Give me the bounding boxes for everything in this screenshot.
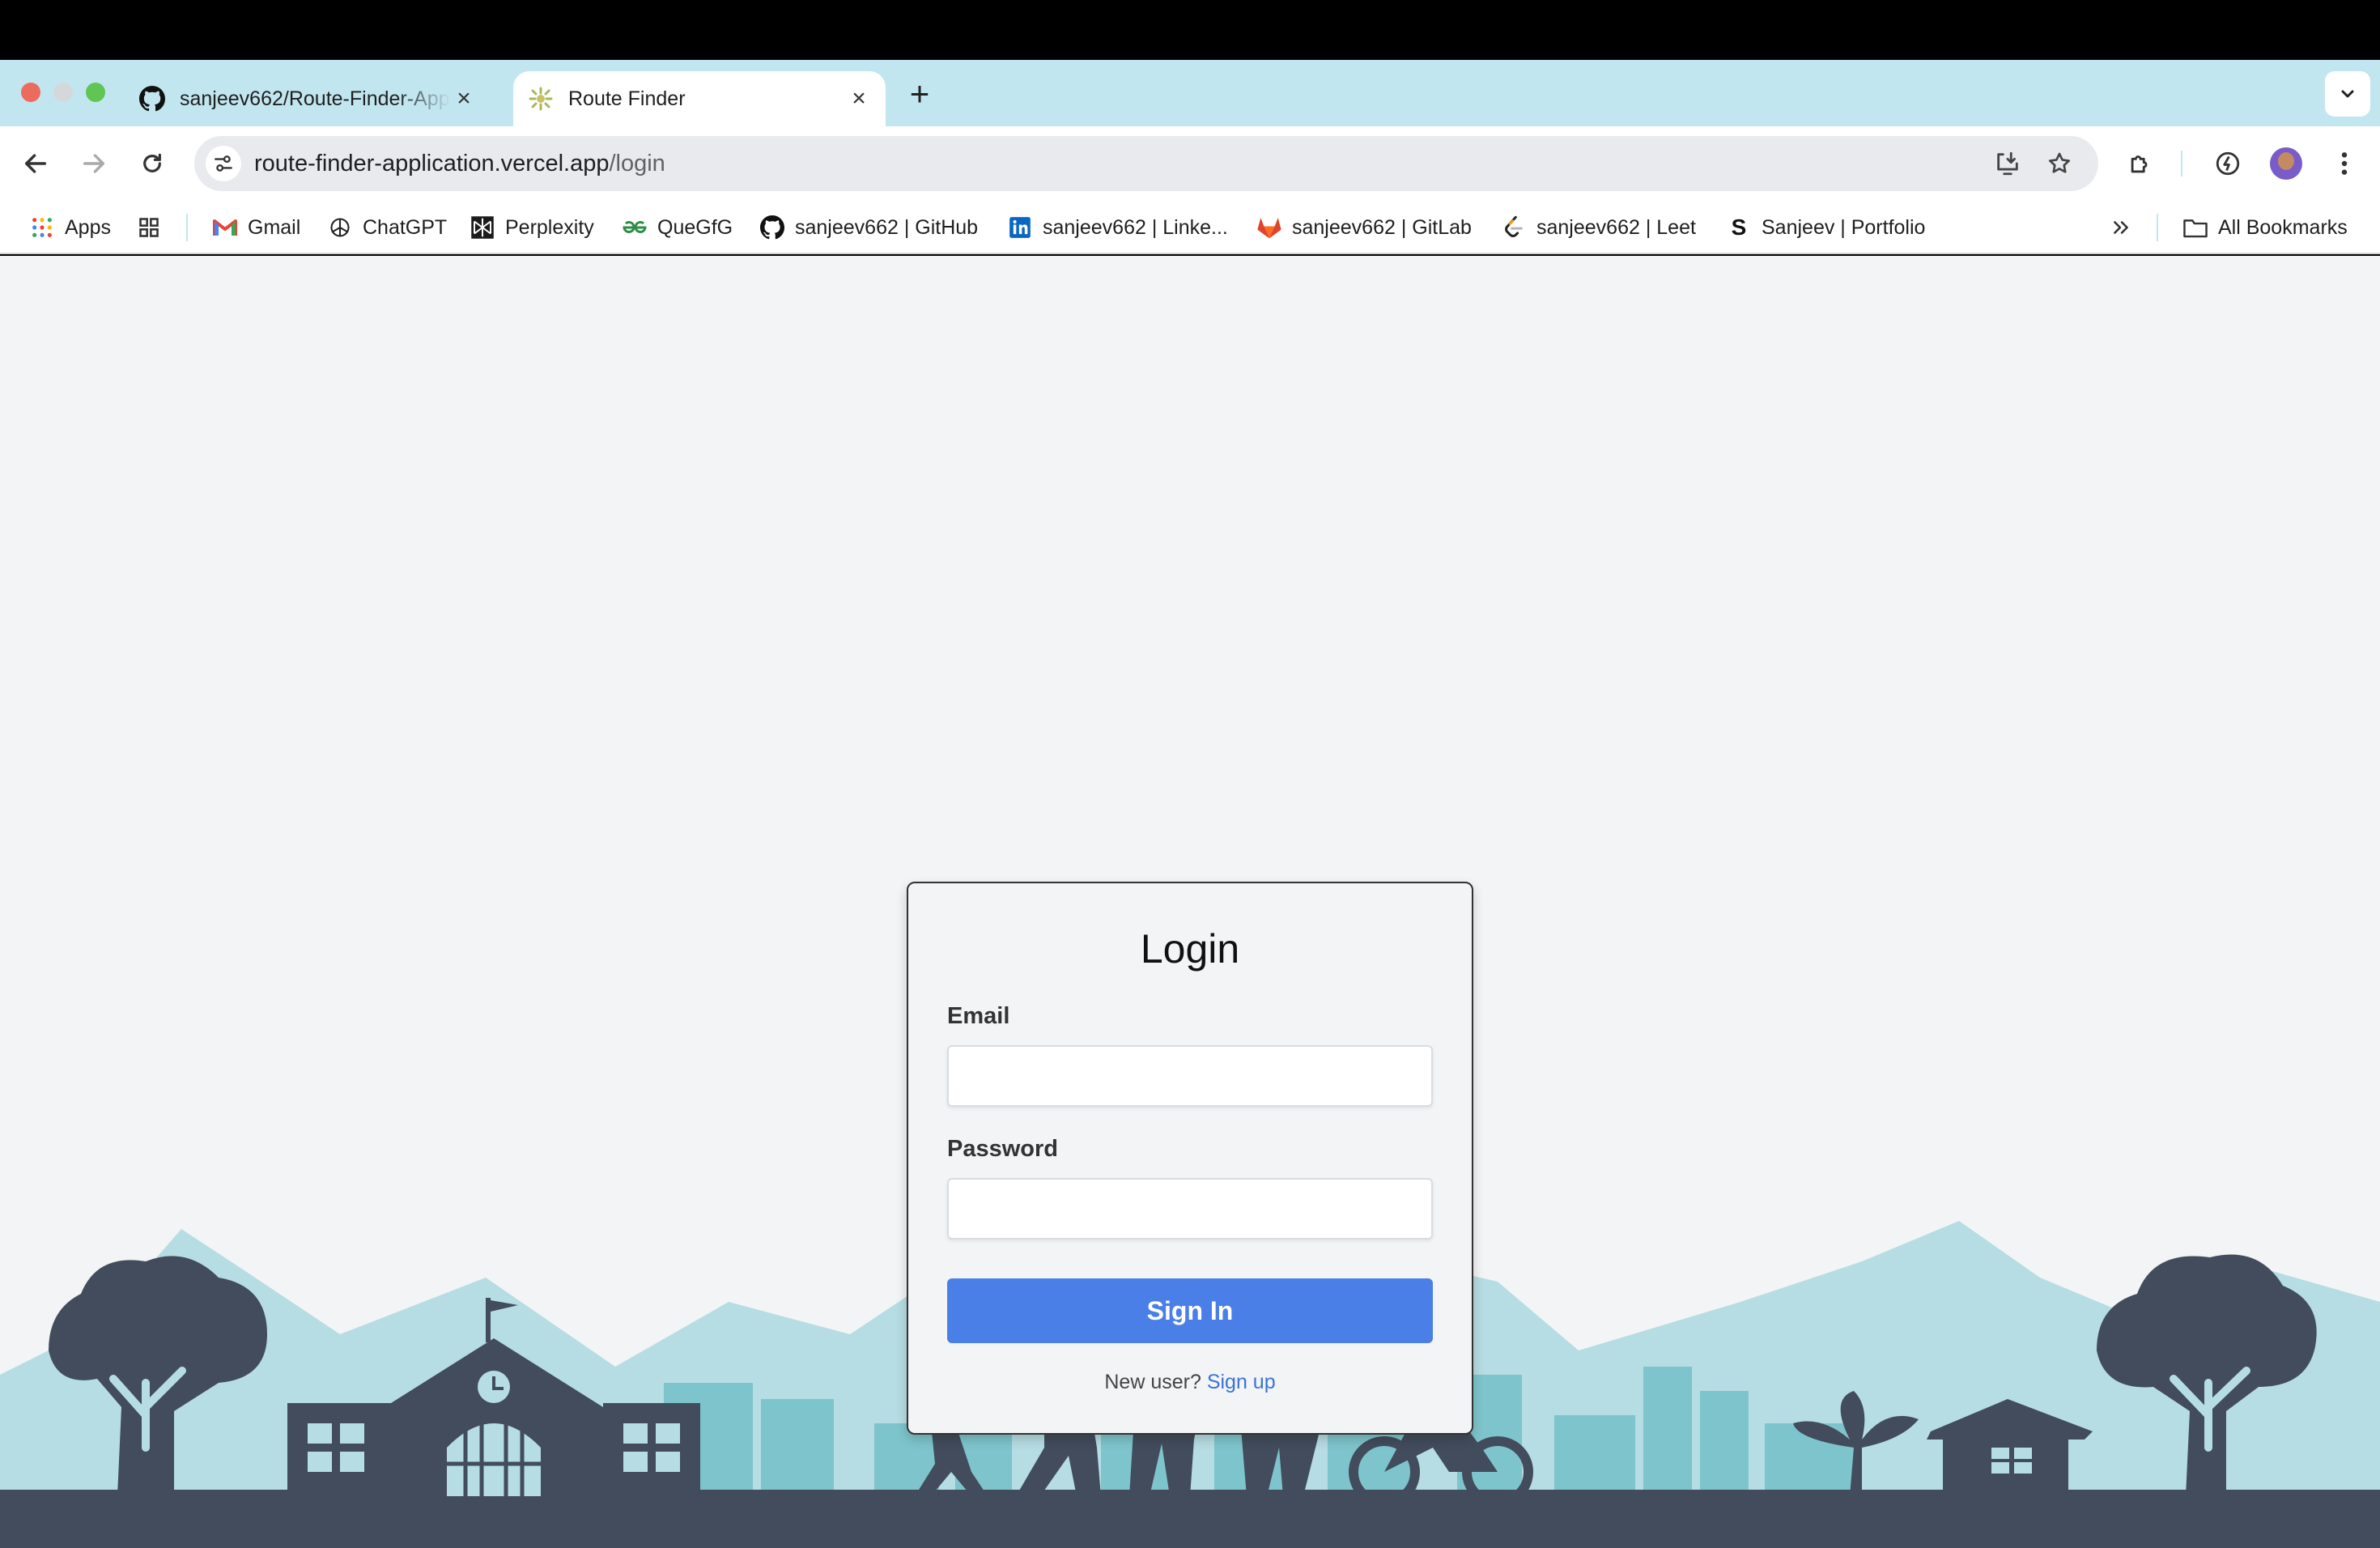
bookmark-label: sanjeev662 | Leet — [1536, 215, 1696, 239]
url-host: route-finder-application.vercel.app — [254, 151, 610, 176]
arrow-right-icon — [83, 154, 105, 173]
bookmark-apps[interactable]: Apps — [29, 212, 111, 243]
bookmark-label: Sanjeev | Portfolio — [1762, 215, 1926, 239]
github-icon — [759, 215, 785, 240]
perplexity-icon — [470, 215, 495, 240]
reload-button[interactable] — [133, 144, 172, 183]
bookmark-divider — [2157, 214, 2158, 241]
password-field[interactable] — [947, 1178, 1433, 1240]
bookmark-divider — [186, 214, 188, 241]
bookmark-quegfg[interactable]: QueGfG — [622, 212, 733, 243]
tab-route-finder[interactable]: Route Finder × — [513, 71, 886, 126]
arrow-left-icon — [24, 154, 47, 173]
tab-title: sanjeev662/Route-Finder-Application — [180, 87, 450, 110]
bookmark-label: sanjeev662 | Linke... — [1043, 215, 1228, 239]
folder-icon — [2182, 215, 2208, 240]
linkedin-icon — [1007, 215, 1033, 240]
bookmark-label: sanjeev662 | GitHub — [795, 215, 979, 239]
tab-search-button[interactable] — [2325, 71, 2370, 117]
bookmark-gmail[interactable]: Gmail — [212, 212, 300, 243]
forward-button[interactable] — [74, 144, 113, 183]
close-tab-icon[interactable]: × — [450, 85, 478, 113]
signup-prompt: New user? — [1104, 1371, 1207, 1393]
close-tab-icon[interactable]: × — [845, 85, 873, 113]
login-card: Login Email Password Sign In New user? S… — [907, 882, 1473, 1435]
install-app-icon[interactable] — [1990, 146, 2025, 181]
email-field[interactable] — [947, 1045, 1433, 1107]
new-tab-button[interactable]: + — [900, 74, 939, 113]
route-finder-icon — [526, 84, 555, 113]
tab-title: Route Finder — [568, 87, 686, 110]
gmail-icon — [212, 215, 238, 240]
back-button[interactable] — [16, 144, 55, 183]
url-path: /login — [609, 151, 665, 176]
login-title: Login — [1140, 926, 1240, 972]
more-bookmarks-button[interactable] — [2108, 212, 2144, 243]
bookmark-label: Gmail — [248, 215, 301, 239]
github-icon — [138, 84, 167, 113]
kebab-menu-icon[interactable] — [2325, 144, 2364, 183]
page-viewport: Login Email Password Sign In New user? S… — [0, 256, 2380, 1548]
window-top-bar — [0, 0, 2380, 60]
bookmark-label: QueGfG — [657, 215, 733, 239]
bookmark-label: Perplexity — [505, 215, 594, 239]
bookmark-github[interactable]: sanjeev662 | GitHub — [759, 212, 978, 243]
gfg-icon — [622, 215, 648, 240]
bookmark-gitlab[interactable]: sanjeev662 | GitLab — [1256, 212, 1472, 243]
window-close-button[interactable] — [21, 83, 40, 102]
signup-link[interactable]: Sign up — [1207, 1371, 1276, 1393]
chatgpt-icon — [327, 215, 353, 240]
window-minimize-button[interactable] — [53, 83, 73, 102]
tab-github-repo[interactable]: sanjeev662/Route-Finder-Application × — [134, 71, 491, 126]
bookmark-chatgpt[interactable]: ChatGPT — [327, 212, 447, 243]
double-chevron-right-icon — [2108, 215, 2134, 240]
bookmark-leetcode[interactable]: sanjeev662 | Leet — [1501, 212, 1696, 243]
bookmark-tab-groups[interactable] — [136, 212, 172, 243]
email-label: Email — [947, 1003, 1010, 1029]
bookmark-label: Apps — [65, 215, 111, 239]
apps-grid-icon — [29, 215, 55, 240]
bookmark-portfolio[interactable]: S Sanjeev | Portfolio — [1726, 212, 1926, 243]
all-bookmarks-label: All Bookmarks — [2218, 215, 2348, 239]
window-maximize-button[interactable] — [86, 83, 105, 102]
password-label: Password — [947, 1136, 1058, 1162]
extensions-icon[interactable] — [2121, 144, 2160, 183]
profile-avatar[interactable] — [2270, 147, 2302, 180]
toolbar-divider — [2181, 151, 2182, 176]
gitlab-icon — [1256, 215, 1282, 240]
performance-icon[interactable] — [2208, 144, 2247, 183]
tune-icon — [215, 155, 232, 172]
leetcode-icon — [1501, 215, 1527, 240]
url-text[interactable]: route-finder-application.vercel.app/logi… — [254, 151, 665, 177]
bookmark-label: sanjeev662 | GitLab — [1292, 215, 1472, 239]
tab-groups-icon — [136, 215, 162, 240]
sign-in-button[interactable]: Sign In — [947, 1278, 1433, 1343]
bookmark-star-icon[interactable] — [2042, 146, 2077, 181]
bookmark-linkedin[interactable]: sanjeev662 | Linke... — [1007, 212, 1228, 243]
bookmark-label: ChatGPT — [363, 215, 448, 239]
signup-prompt-row: New user? Sign up — [908, 1371, 1472, 1394]
ground — [0, 1490, 2380, 1548]
all-bookmarks-button[interactable]: All Bookmarks — [2182, 212, 2348, 243]
reload-icon — [143, 153, 161, 172]
chevron-down-icon — [2341, 90, 2354, 98]
portfolio-s-icon: S — [1731, 215, 1747, 240]
bookmark-perplexity[interactable]: Perplexity — [470, 212, 594, 243]
site-info-button[interactable] — [206, 146, 241, 181]
